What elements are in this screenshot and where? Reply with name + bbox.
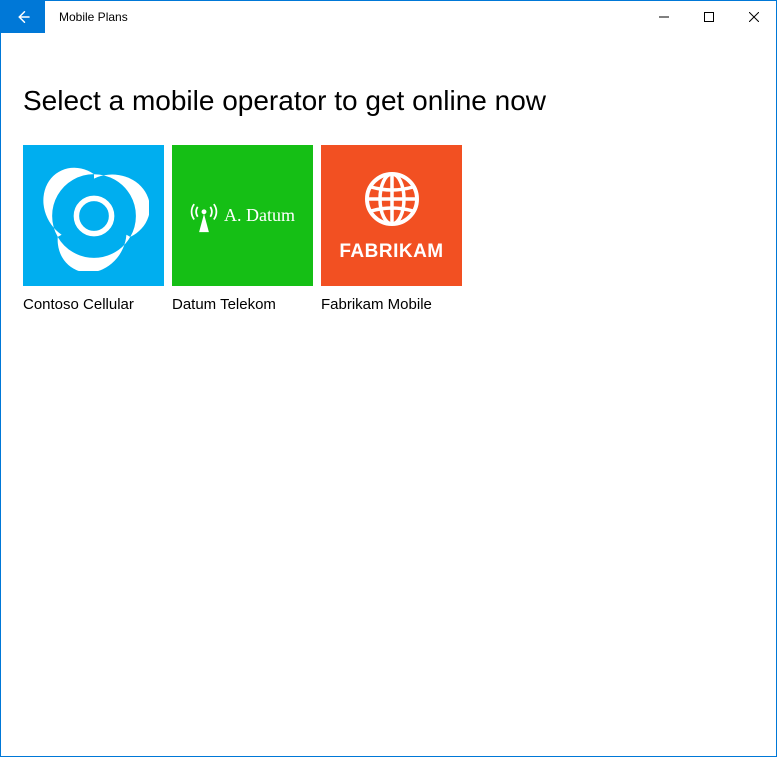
datum-logo: A. Datum [172, 145, 313, 286]
app-title: Mobile Plans [45, 1, 128, 33]
titlebar-spacer [128, 1, 641, 33]
fabrikam-logo-text: FABRIKAM [339, 241, 443, 263]
operator-tile-fabrikam[interactable]: FABRIKAM Fabrikam Mobile [321, 145, 462, 313]
back-button[interactable] [1, 1, 45, 33]
minimize-button[interactable] [641, 1, 686, 33]
operator-tile-datum[interactable]: A. Datum Datum Telekom [172, 145, 313, 313]
content-area: Select a mobile operator to get online n… [1, 33, 776, 313]
fabrikam-logo: FABRIKAM [321, 145, 462, 286]
close-icon [749, 12, 759, 22]
datum-logo-text: A. Datum [224, 205, 295, 226]
minimize-icon [659, 12, 669, 22]
contoso-logo [23, 145, 164, 286]
operator-tile-contoso[interactable]: Contoso Cellular [23, 145, 164, 313]
maximize-icon [704, 12, 714, 22]
titlebar: Mobile Plans [1, 1, 776, 33]
operator-tiles: Contoso Cellular A. Datum Datum Telekom [23, 145, 754, 313]
globe-icon [362, 169, 422, 229]
operator-name: Datum Telekom [172, 296, 313, 313]
page-title: Select a mobile operator to get online n… [23, 85, 754, 117]
operator-name: Fabrikam Mobile [321, 296, 462, 313]
arrow-left-icon [14, 8, 32, 26]
maximize-button[interactable] [686, 1, 731, 33]
swirl-icon [39, 161, 149, 271]
window-controls [641, 1, 776, 33]
close-button[interactable] [731, 1, 776, 33]
operator-name: Contoso Cellular [23, 296, 164, 313]
antenna-icon [190, 198, 218, 234]
